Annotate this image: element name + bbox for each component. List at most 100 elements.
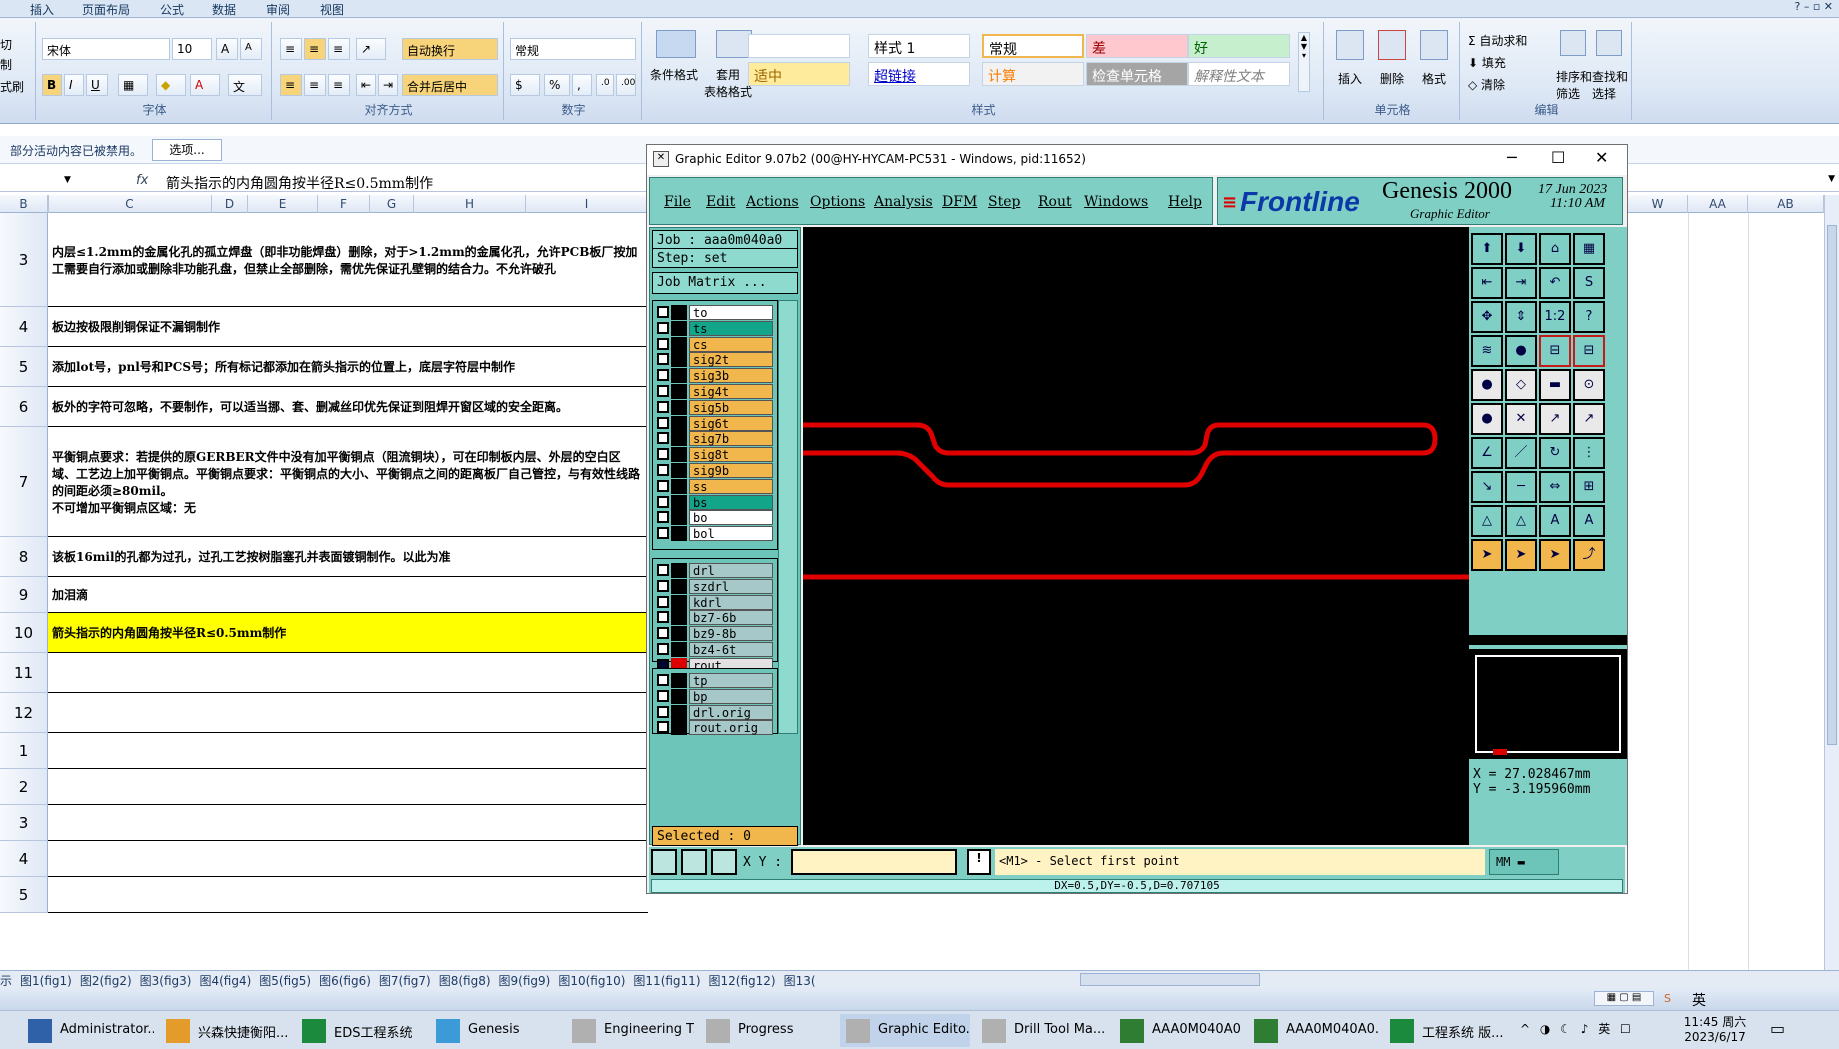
sheet-tab[interactable]: 图12(fig12) bbox=[709, 974, 776, 988]
measure-icon[interactable]: ⇔ bbox=[1539, 471, 1571, 503]
cell-style-4[interactable]: 好 bbox=[1188, 34, 1290, 58]
layer-scrollbar[interactable] bbox=[778, 300, 798, 734]
node-icon[interactable]: ● bbox=[1471, 403, 1503, 435]
zoom-in-icon[interactable] bbox=[651, 849, 677, 875]
row-header[interactable]: 5 bbox=[0, 877, 48, 913]
security-options-button[interactable]: 选项... bbox=[152, 139, 222, 161]
menu-windows[interactable]: Windows bbox=[1084, 194, 1148, 210]
layer-item[interactable]: cs bbox=[657, 336, 775, 352]
number-format-select[interactable]: 常规 bbox=[510, 38, 636, 60]
table-row[interactable] bbox=[48, 841, 648, 877]
angle-icon[interactable]: ∠ bbox=[1471, 437, 1503, 469]
find-select-button[interactable]: 查找和 选择 bbox=[1592, 68, 1628, 102]
text2-icon[interactable]: A bbox=[1573, 505, 1605, 537]
delete-cells-icon[interactable] bbox=[1378, 30, 1406, 60]
cross-icon[interactable]: ✕ bbox=[1505, 403, 1537, 435]
layer-item[interactable]: bol bbox=[657, 526, 775, 542]
currency-icon[interactable]: $ bbox=[510, 74, 540, 96]
cell-style-3[interactable]: 差 bbox=[1086, 34, 1188, 58]
layer-checkbox[interactable] bbox=[657, 643, 669, 655]
cell-style-6[interactable]: 超链接 bbox=[868, 62, 970, 86]
col-f[interactable]: F bbox=[318, 195, 370, 213]
merge-center-button[interactable]: 合并后居中 bbox=[402, 74, 498, 96]
slot-icon[interactable]: ◇ bbox=[1505, 369, 1537, 401]
clear-button[interactable]: ◇ 清除 bbox=[1468, 76, 1505, 93]
row-header[interactable]: 3 bbox=[0, 213, 48, 307]
insert-cells-icon[interactable] bbox=[1336, 30, 1364, 60]
cell-style-5[interactable]: 适中 bbox=[748, 62, 850, 86]
scrollbar-thumb[interactable] bbox=[1827, 225, 1837, 745]
orientation-icon[interactable]: ↗ bbox=[356, 38, 386, 60]
layer-item[interactable]: sig5b bbox=[657, 399, 775, 415]
layer-item[interactable]: bo bbox=[657, 510, 775, 526]
home-icon[interactable]: ⌂ bbox=[1539, 233, 1571, 265]
arc-icon[interactable]: ↻ bbox=[1539, 437, 1571, 469]
sheet-tab[interactable]: 图1(fig1) bbox=[20, 974, 72, 988]
table-row[interactable]: 板边按极限削铜保证不漏铜制作 bbox=[48, 307, 648, 347]
layer-item[interactable]: bz7-6b bbox=[657, 610, 775, 626]
decrease-indent-icon[interactable]: ⇤ bbox=[356, 74, 376, 96]
tab-review[interactable]: 审阅 bbox=[266, 1, 290, 18]
menu-edit[interactable]: Edit bbox=[706, 194, 735, 210]
col-w[interactable]: W bbox=[1628, 195, 1688, 213]
taskbar-item[interactable]: Progress bbox=[700, 1014, 830, 1047]
notification-icon[interactable]: ▭ bbox=[1770, 1019, 1785, 1038]
ime-icon[interactable]: S bbox=[1664, 992, 1671, 1005]
s-curve-icon[interactable]: S bbox=[1573, 267, 1605, 299]
select-icon[interactable]: ➤ bbox=[1471, 539, 1503, 571]
layer-checkbox[interactable] bbox=[657, 511, 669, 524]
view-buttons[interactable]: ▦ ▢ ▤ bbox=[1594, 991, 1654, 1006]
layer-checkbox[interactable] bbox=[657, 432, 669, 445]
units-select[interactable]: MM ▬ bbox=[1489, 849, 1559, 875]
format-cells-button[interactable]: 格式 bbox=[1422, 70, 1446, 87]
sheet-tab[interactable]: 图10(fig10) bbox=[558, 974, 625, 988]
copy-button[interactable]: 制 bbox=[0, 56, 12, 73]
layer-item[interactable]: sig6t bbox=[657, 415, 775, 431]
layer-checkbox[interactable] bbox=[657, 400, 669, 413]
col-e[interactable]: E bbox=[248, 195, 318, 213]
tab-formulas[interactable]: 公式 bbox=[160, 1, 184, 18]
find-select-icon[interactable] bbox=[1596, 30, 1622, 56]
sheet-tab[interactable]: 图6(fig6) bbox=[319, 974, 371, 988]
grid-icon[interactable]: ▦ bbox=[1573, 233, 1605, 265]
fill-button[interactable]: ⬇ 填充 bbox=[1468, 54, 1506, 71]
layer-item[interactable]: bz9-8b bbox=[657, 626, 775, 642]
table-row[interactable]: 箭头指示的内角圆角按半径R≤0.5mm制作 bbox=[48, 613, 648, 653]
taskbar-item[interactable]: Administrator... bbox=[22, 1014, 154, 1047]
autosum-button[interactable]: Σ 自动求和 bbox=[1468, 32, 1527, 49]
row-header[interactable]: 11 bbox=[0, 653, 48, 693]
row-header[interactable]: 4 bbox=[0, 307, 48, 347]
table-row[interactable] bbox=[48, 877, 648, 913]
layer-item[interactable]: rout.orig bbox=[657, 720, 775, 736]
formula-content[interactable]: 箭头指示的内角圆角按半径R≤0.5mm制作 bbox=[166, 173, 433, 193]
layer-item[interactable]: sig4t bbox=[657, 384, 775, 399]
layer-item[interactable]: sig8t bbox=[657, 447, 775, 463]
tray-icons[interactable]: ^ ◑ ☾ ♪ 英 ☐ bbox=[1520, 1020, 1634, 1037]
row-header[interactable]: 10 bbox=[0, 613, 48, 653]
menu-actions[interactable]: Actions bbox=[746, 194, 799, 210]
taskbar-item[interactable]: Graphic Edito... bbox=[840, 1014, 970, 1047]
line-arrow-icon[interactable]: ↗ bbox=[1539, 403, 1571, 435]
menu-rout[interactable]: Rout bbox=[1038, 194, 1072, 210]
row-header[interactable]: 7 bbox=[0, 427, 48, 537]
layer-item[interactable]: sig7b bbox=[657, 431, 775, 447]
phonetic-icon[interactable]: 文 bbox=[228, 74, 262, 96]
pan-icon[interactable]: ⇕ bbox=[1505, 301, 1537, 333]
window-controls[interactable]: ? – ▫ ✕ bbox=[1795, 0, 1834, 13]
select2-icon[interactable]: ➤ bbox=[1505, 539, 1537, 571]
vertical-scrollbar[interactable] bbox=[1824, 195, 1839, 970]
fill-color-icon[interactable]: ◆ bbox=[156, 74, 186, 96]
sheet-tab[interactable]: 图3(fig3) bbox=[140, 974, 192, 988]
layer-checkbox[interactable] bbox=[657, 337, 669, 350]
format-painter-button[interactable]: 式刷 bbox=[0, 78, 24, 95]
fit-icon[interactable] bbox=[711, 849, 737, 875]
row-header[interactable]: 3 bbox=[0, 805, 48, 841]
table-row[interactable]: 内层≤1.2mm的金属化孔的孤立焊盘（即非功能焊盘）删除，对于>1.2mm的金属… bbox=[48, 213, 648, 307]
minimize-button[interactable]: ─ bbox=[1507, 148, 1517, 167]
sheet-tab[interactable]: 图4(fig4) bbox=[199, 974, 251, 988]
diagonal-icon[interactable]: ／ bbox=[1505, 437, 1537, 469]
wrap-text-button[interactable]: 自动换行 bbox=[402, 38, 498, 60]
table-row[interactable] bbox=[48, 805, 648, 841]
taskbar-item[interactable]: AAA0M040A0... bbox=[1248, 1014, 1378, 1047]
align-middle-icon[interactable]: ≡ bbox=[304, 38, 326, 60]
